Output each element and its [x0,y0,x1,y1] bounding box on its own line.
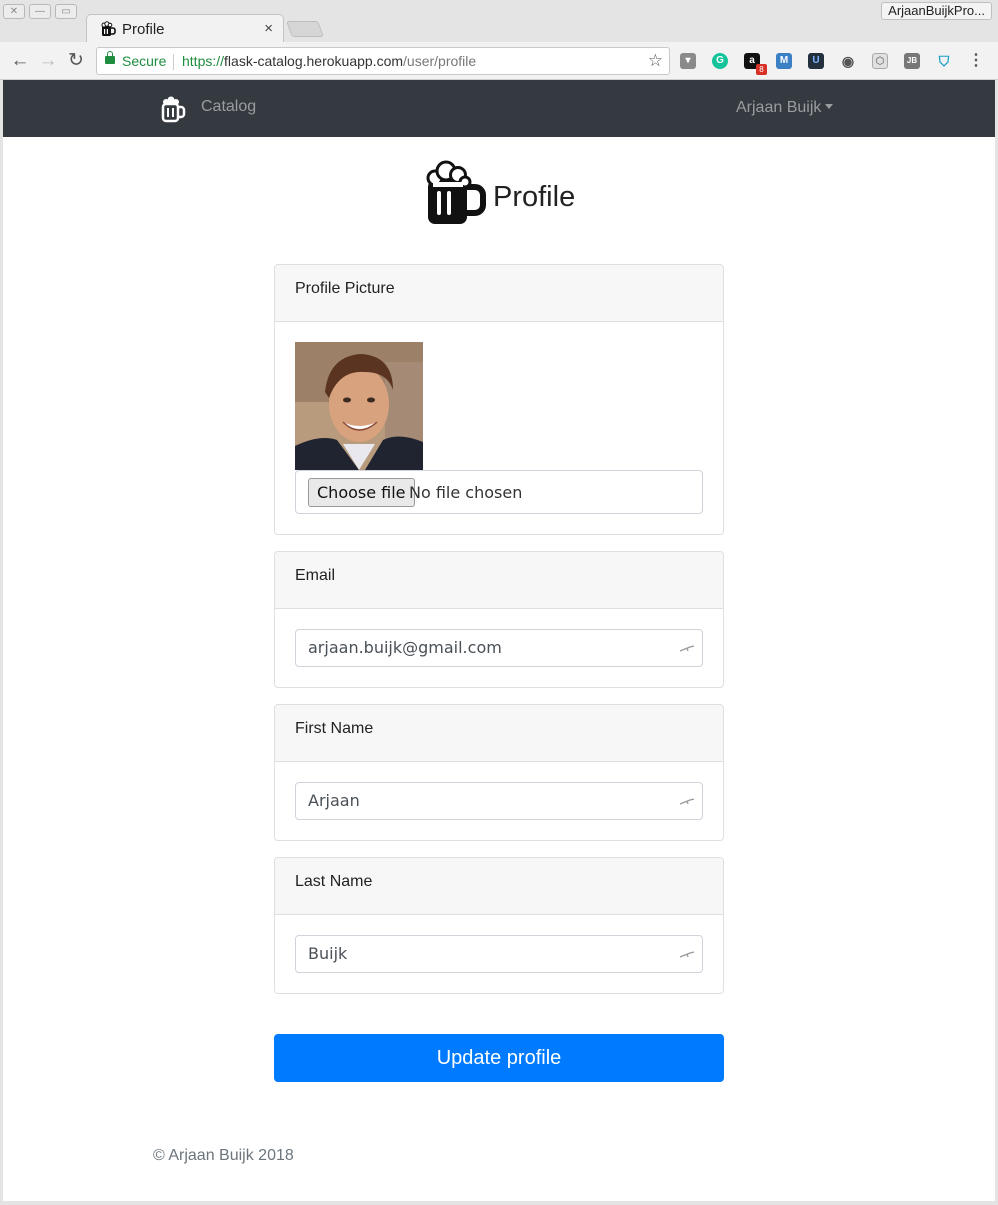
site-navbar: Catalog Arjaan Buijk [3,80,995,137]
email-body: arjaan.buijk@gmail.com [275,609,723,687]
email-value: arjaan.buijk@gmail.com [308,638,502,657]
last-name-card: Last Name Buijk [274,857,724,994]
url-text[interactable]: https://flask-catalog.herokuapp.com/user… [182,48,476,74]
bookmark-star-icon[interactable]: ☆ [648,48,663,74]
file-status-label: No file chosen [409,483,523,502]
secure-label: Secure [122,53,167,69]
page-title: Profile [493,181,576,213]
profile-picture-body: Choose file No file chosen [275,322,723,534]
m-icon[interactable]: M [776,53,792,69]
grammarly-icon[interactable]: G [712,53,728,69]
lock-icon [105,51,115,64]
file-input[interactable]: Choose file No file chosen [295,470,703,514]
new-tab-button[interactable] [286,21,324,37]
last-name-header: Last Name [275,858,723,915]
last-name-field[interactable]: Buijk [295,935,703,973]
first-name-body: Arjaan [275,762,723,840]
key-icon[interactable] [678,945,696,963]
browser-titlebar: ✕ — ▭ Profile × ArjaanBuijkPro... [0,0,998,43]
footer-copyright: © Arjaan Buijk 2018 [153,1147,294,1164]
window-close-icon[interactable]: ✕ [3,4,25,19]
beer-mug-icon [101,21,116,36]
first-name-card: First Name Arjaan [274,704,724,841]
u-icon[interactable]: U [808,53,824,69]
user-dropdown[interactable]: Arjaan Buijk [736,99,834,117]
cube-icon[interactable]: ⬡ [872,53,888,69]
profile-picture-card: Profile Picture Choose file No file chos… [274,264,724,535]
forward-arrow-icon[interactable]: → [37,50,59,72]
page-viewport: Catalog Arjaan Buijk Profile Profile Pic… [3,80,995,1201]
email-card: Email arjaan.buijk@gmail.com [274,551,724,688]
avatar [295,342,423,470]
key-icon[interactable] [678,639,696,657]
tab-title: Profile [122,21,165,38]
eye-icon[interactable]: ◉ [840,53,856,69]
user-name: Arjaan Buijk [736,99,822,116]
email-header: Email [275,552,723,609]
browser-toolbar: ← → ↻ Secure https://flask-catalog.herok… [0,42,998,80]
url-scheme: https:// [182,53,225,69]
caret-down-icon [825,104,834,109]
menu-icon[interactable]: ⋮ [968,53,984,69]
address-separator [173,54,174,70]
tab-close-icon[interactable]: × [264,20,273,37]
window-minimize-icon[interactable]: — [29,4,51,19]
shield-icon[interactable]: ⛉ [936,53,952,69]
browser-tab[interactable]: Profile × [86,14,284,43]
profile-picture-header: Profile Picture [275,265,723,322]
url-host: flask-catalog.herokuapp.com [224,53,404,69]
email-field[interactable]: arjaan.buijk@gmail.com [295,629,703,667]
first-name-value: Arjaan [308,791,360,810]
navbar-brand[interactable]: Catalog [201,98,256,116]
jb-icon[interactable]: JB [904,53,920,69]
back-arrow-icon[interactable]: ← [9,50,31,72]
url-path: /user/profile [403,53,477,69]
reload-icon[interactable]: ↻ [65,50,87,72]
last-name-body: Buijk [275,915,723,993]
pocket-icon[interactable]: ▾ [680,53,696,69]
last-name-value: Buijk [308,944,348,963]
key-icon[interactable] [678,792,696,810]
browser-profile-chip[interactable]: ArjaanBuijkPro... [881,2,992,20]
beer-mug-icon[interactable] [161,95,187,123]
address-bar[interactable]: Secure https://flask-catalog.herokuapp.c… [96,47,670,75]
beer-mug-icon [426,160,486,224]
choose-file-button[interactable]: Choose file [308,478,415,507]
window-maximize-icon[interactable]: ▭ [55,4,77,19]
update-profile-button[interactable]: Update profile [274,1034,724,1082]
first-name-field[interactable]: Arjaan [295,782,703,820]
first-name-header: First Name [275,705,723,762]
extension-badge: 8 [756,64,767,75]
